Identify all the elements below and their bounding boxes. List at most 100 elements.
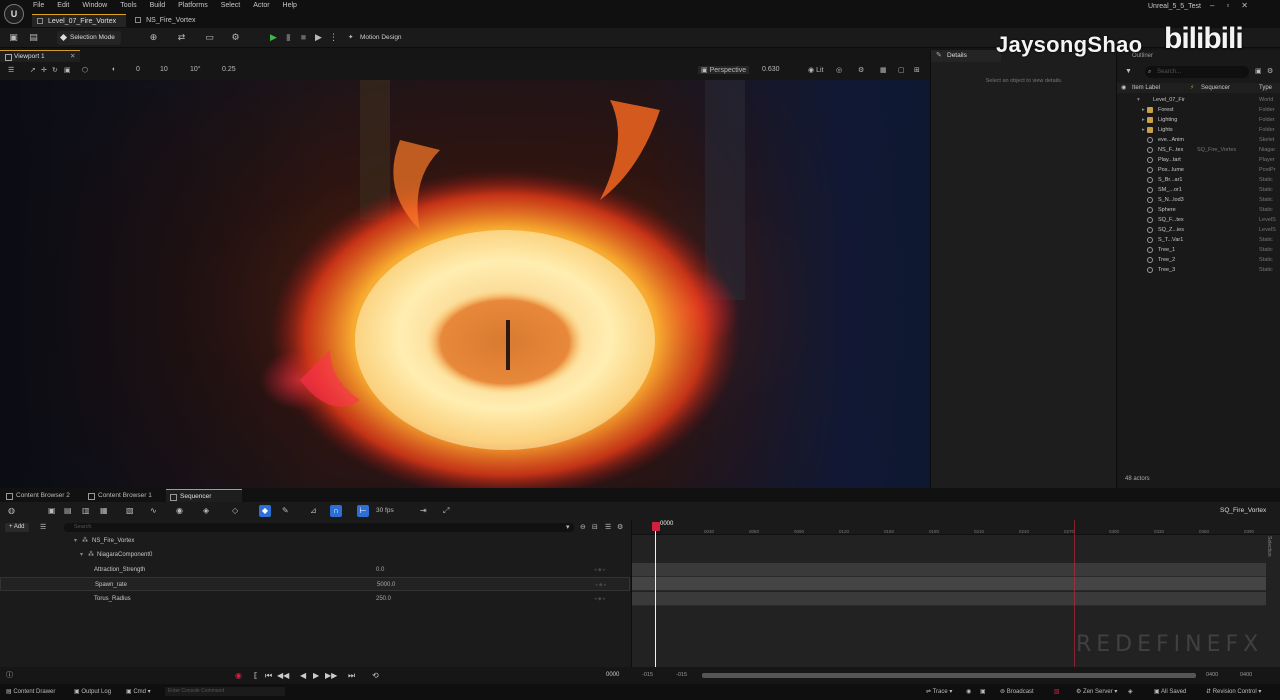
fov-value[interactable]: 0.630 bbox=[762, 66, 780, 73]
snap-frames-button[interactable]: ⊢ bbox=[357, 505, 369, 517]
expand-icon[interactable]: ▾ bbox=[80, 548, 83, 562]
playback-end-marker[interactable] bbox=[1074, 520, 1075, 667]
view-icon[interactable]: ◉ bbox=[176, 506, 183, 516]
range-end[interactable]: 0400 bbox=[1240, 671, 1252, 680]
step-icon[interactable]: ▮ bbox=[283, 32, 294, 43]
snap-scale[interactable]: 0.25 bbox=[222, 66, 236, 73]
outliner-search-input[interactable]: Search... bbox=[1145, 66, 1249, 78]
key-nav-icon[interactable]: ◂ ◆ ▸ bbox=[594, 592, 606, 606]
range-end-view[interactable]: 0400 bbox=[1206, 671, 1218, 680]
tab-sequencer[interactable]: Sequencer bbox=[166, 489, 242, 502]
timeline-scrollbar[interactable] bbox=[702, 673, 1196, 678]
unreal-logo-icon[interactable]: U bbox=[4, 4, 24, 24]
autokey-button[interactable]: ◆ bbox=[259, 505, 271, 517]
screenshot-icon[interactable]: ▣ bbox=[980, 688, 986, 696]
menu-tools[interactable]: Tools bbox=[120, 2, 136, 12]
col-sequencer[interactable]: Sequencer bbox=[1201, 83, 1230, 93]
outliner-row[interactable]: ▸ Forest Folder bbox=[1117, 105, 1280, 115]
select-tool-icon[interactable]: ➚ bbox=[30, 66, 36, 74]
camera-icon[interactable]: ▦ bbox=[100, 506, 108, 516]
track-row[interactable]: Spawn_rate 5000.0 ◂ ◆ ▸ bbox=[0, 577, 630, 591]
track-row[interactable]: Torus_Radius 250.0 ◂ ◆ ▸ bbox=[0, 592, 630, 606]
outliner-row[interactable]: Sphere Static bbox=[1117, 205, 1280, 215]
track-value[interactable]: 250.0 bbox=[376, 592, 391, 606]
menu-help[interactable]: Help bbox=[283, 2, 297, 12]
console-input[interactable]: Enter Console Command bbox=[165, 687, 285, 696]
tab-niagara[interactable]: NS_Fire_Vortex bbox=[130, 14, 205, 27]
actions-icon[interactable]: ▧ bbox=[126, 506, 134, 516]
snap-icon[interactable]: ⊿ bbox=[310, 506, 317, 516]
loop-icon[interactable]: ⟲ bbox=[372, 671, 379, 680]
edit-icon[interactable]: ✎ bbox=[282, 506, 289, 516]
cmd-dropdown[interactable]: ▣ Cmd ▾ bbox=[126, 688, 151, 696]
keyframe-icon[interactable]: ◈ bbox=[203, 506, 209, 516]
toggle-icon[interactable]: ⊖ bbox=[580, 523, 586, 531]
menu-window[interactable]: Window bbox=[82, 2, 107, 12]
maximize-viewport-icon[interactable]: ▢ bbox=[898, 66, 905, 74]
magnet-button[interactable]: ∩ bbox=[330, 505, 342, 517]
tab-details[interactable]: Details bbox=[931, 50, 1001, 62]
snap-translate[interactable]: 10 bbox=[160, 66, 168, 73]
lit-dropdown[interactable]: ◉ Lit bbox=[808, 66, 823, 74]
time-ruler[interactable]: 0000 0030 0060 0090 0120 0150 0180 0210 0240 027… bbox=[632, 520, 1280, 535]
trace-button[interactable]: ⇌ Trace ▾ bbox=[926, 688, 952, 696]
live-coding-icon[interactable]: ▧ bbox=[1054, 688, 1060, 696]
col-type[interactable]: Type bbox=[1259, 83, 1272, 93]
play-forward-icon[interactable]: ▶ bbox=[313, 671, 319, 680]
expand-icon[interactable]: ▾ bbox=[1137, 95, 1140, 105]
range-start[interactable]: -015 bbox=[642, 671, 653, 680]
play-icon[interactable]: ▶ bbox=[268, 32, 279, 43]
outliner-row[interactable]: Tree_2 Static bbox=[1117, 255, 1280, 265]
outliner-row[interactable]: Tree_1 Static bbox=[1117, 245, 1280, 255]
add-actor-icon[interactable]: ⊕ bbox=[148, 32, 159, 43]
expand-icon[interactable]: ▸ bbox=[1142, 105, 1145, 115]
render-icon[interactable]: ▥ bbox=[82, 506, 90, 516]
expand-icon[interactable]: ▸ bbox=[1142, 115, 1145, 125]
scale-tool-icon[interactable]: ▣ bbox=[64, 66, 71, 74]
set-start-icon[interactable]: ⟦ bbox=[254, 671, 258, 680]
tab-viewport[interactable]: Viewport 1 ✕ bbox=[0, 50, 80, 62]
broadcast-button[interactable]: ⊚ Broadcast bbox=[1000, 688, 1034, 696]
world-icon[interactable]: ◍ bbox=[8, 506, 15, 516]
outliner-row[interactable]: eve...Anim Skelet bbox=[1117, 135, 1280, 145]
tab-level[interactable]: Level_07_Fire_Vortex bbox=[32, 14, 127, 27]
perspective-dropdown[interactable]: ▣ Perspective bbox=[698, 66, 750, 74]
record-trace-icon[interactable]: ◉ bbox=[966, 688, 971, 696]
snap-zero[interactable]: 0 bbox=[136, 66, 140, 73]
expand-icon[interactable]: ▸ bbox=[1142, 125, 1145, 135]
expand-icon[interactable]: ▾ bbox=[74, 534, 77, 548]
cinematics-icon[interactable]: ▭ bbox=[204, 32, 215, 43]
snap-rotate[interactable]: 10° bbox=[190, 66, 201, 73]
maximize-icon[interactable]: ▫ bbox=[1226, 1, 1229, 10]
blueprint-icon[interactable]: ⇄ bbox=[176, 32, 187, 43]
track-lane[interactable] bbox=[632, 592, 1266, 606]
collapse-icon[interactable]: ⊟ bbox=[592, 523, 598, 531]
outliner-row[interactable]: S_Br...ar1 Static bbox=[1117, 175, 1280, 185]
find-icon[interactable]: ▤ bbox=[64, 506, 72, 516]
menu-file[interactable]: File bbox=[33, 2, 44, 12]
track-lane[interactable] bbox=[632, 577, 1266, 591]
outliner-row[interactable]: S_N...lod3 Static bbox=[1117, 195, 1280, 205]
outliner-row[interactable]: Tree_3 Static bbox=[1117, 265, 1280, 275]
build-icon[interactable]: ⚙ bbox=[230, 32, 241, 43]
all-saved-button[interactable]: ▣ All Saved bbox=[1154, 688, 1186, 696]
output-log-button[interactable]: ▣ Output Log bbox=[74, 688, 111, 696]
close-tab-icon[interactable]: ✕ bbox=[70, 51, 75, 62]
settings-icon[interactable]: ⚙ bbox=[858, 66, 864, 74]
outliner-row[interactable]: SM_...or1 Static bbox=[1117, 185, 1280, 195]
playhead-handle[interactable] bbox=[652, 522, 660, 531]
jump-start-icon[interactable]: ⏮ bbox=[265, 671, 272, 680]
outliner-row[interactable]: S_T...Var1 Static bbox=[1117, 235, 1280, 245]
track-row[interactable]: ▾ ⁂ NiagaraComponent0 bbox=[0, 548, 630, 562]
menu-platforms[interactable]: Platforms bbox=[178, 2, 208, 12]
tab-content-browser-1[interactable]: Content Browser 1 bbox=[84, 489, 162, 502]
viewport-menu-icon[interactable]: ☰ bbox=[8, 66, 14, 74]
jump-end-icon[interactable]: ⏭ bbox=[348, 671, 355, 680]
level-viewport[interactable] bbox=[0, 80, 930, 488]
list-icon[interactable]: ☰ bbox=[605, 523, 611, 531]
step-forward-icon[interactable]: ▶▶ bbox=[325, 671, 337, 680]
step-back-icon[interactable]: ◀◀ bbox=[277, 671, 289, 680]
outliner-row[interactable]: SQ_F...tex LevelS bbox=[1117, 215, 1280, 225]
outliner-row[interactable]: ▸ Lighting Folder bbox=[1117, 115, 1280, 125]
add-folder-icon[interactable]: ▣ bbox=[1255, 67, 1262, 75]
